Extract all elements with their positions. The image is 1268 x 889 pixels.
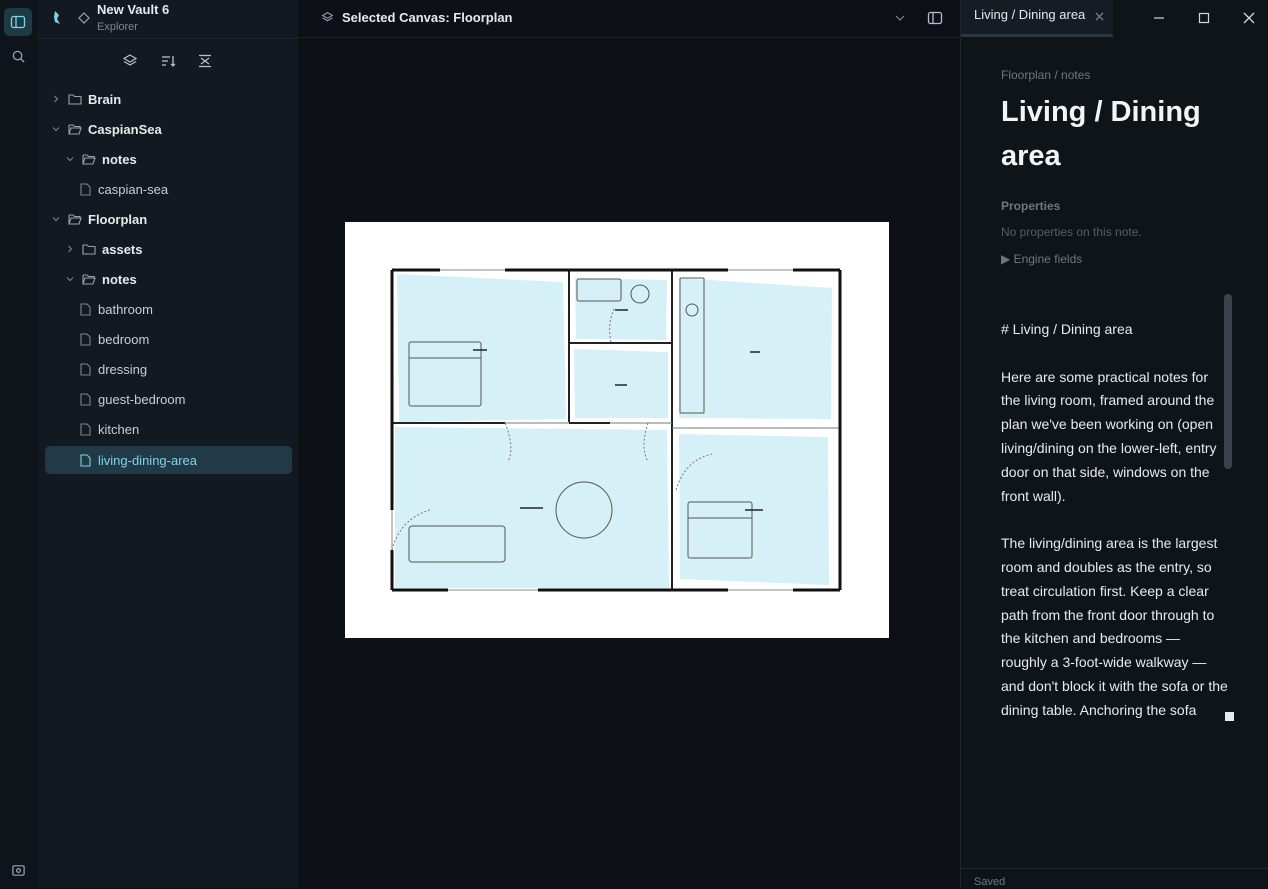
- collapse-all-icon[interactable]: [194, 50, 216, 72]
- tree-label: kitchen: [98, 421, 140, 437]
- file-icon: [78, 392, 92, 406]
- folder-open-icon: [68, 122, 82, 136]
- tree-label: dressing: [98, 361, 148, 377]
- canvas-header: Selected Canvas: Floorplan: [298, 0, 960, 38]
- tree-folder-notes[interactable]: notes: [64, 145, 290, 173]
- kitchen-room: [679, 278, 832, 419]
- close-tab-icon[interactable]: [1095, 8, 1104, 26]
- tree-file-dressing[interactable]: dressing: [78, 355, 290, 383]
- tree-folder-floorplan[interactable]: Floorplan: [50, 205, 290, 233]
- folder-icon: [82, 242, 96, 256]
- file-icon: [78, 332, 92, 346]
- minimize-icon[interactable]: [1148, 8, 1170, 28]
- maximize-icon[interactable]: [1193, 8, 1215, 28]
- tree-label: notes: [102, 151, 137, 167]
- sort-icon[interactable]: [157, 50, 179, 72]
- tree-label: assets: [102, 241, 143, 257]
- sidebar-right-toggle-icon[interactable]: [927, 10, 943, 31]
- tree-label: caspian-sea: [98, 181, 169, 197]
- tree-file-living-dining-area[interactable]: living-dining-area: [45, 446, 292, 474]
- tree-folder-notes[interactable]: notes: [64, 265, 290, 293]
- file-icon: [78, 422, 92, 436]
- folder-open-icon: [68, 212, 82, 226]
- search-icon[interactable]: [4, 42, 32, 70]
- tree-label: living-dining-area: [98, 452, 197, 468]
- tree-file-kitchen[interactable]: kitchen: [78, 415, 290, 443]
- chevron-down-icon: [64, 273, 76, 285]
- close-window-icon[interactable]: [1238, 8, 1260, 28]
- properties-empty: No properties on this note.: [1001, 225, 1142, 239]
- tab-underline: [961, 34, 1113, 37]
- note-title: Living / Dining area: [1001, 96, 1201, 172]
- canvas-pane: Selected Canvas: Floorplan: [298, 0, 960, 888]
- editor-scrollbar[interactable]: [1224, 294, 1232, 469]
- status-bar: Saved: [961, 868, 1268, 889]
- tree-file-guest-bedroom[interactable]: guest-bedroom: [78, 385, 290, 413]
- floorplan-image: [390, 268, 842, 592]
- note-editor[interactable]: # Living / Dining area Here are some pra…: [1001, 318, 1229, 746]
- canvas-layers-icon: [321, 11, 334, 29]
- save-status: Saved: [974, 876, 1006, 888]
- tree-label: bathroom: [98, 301, 153, 317]
- chevron-right-icon: [50, 93, 62, 105]
- file-icon: [78, 302, 92, 316]
- tab-label: Living / Dining area: [974, 7, 1086, 22]
- vault-logo-icon: [52, 10, 62, 31]
- tree-label: notes: [102, 271, 137, 287]
- explorer-sidebar: New Vault 6 Explorer Brain CaspianSea no…: [38, 0, 299, 888]
- chevron-down-icon: [50, 123, 62, 135]
- tree-label: guest-bedroom: [98, 391, 186, 407]
- folder-open-icon: [82, 272, 96, 286]
- file-icon: [78, 453, 92, 467]
- folder-open-icon: [82, 152, 96, 166]
- tree-label: bedroom: [98, 331, 150, 347]
- tree-folder-brain[interactable]: Brain: [50, 85, 290, 113]
- vault-header[interactable]: New Vault 6 Explorer: [38, 0, 298, 39]
- settings-vault-icon[interactable]: [4, 856, 32, 884]
- tab-living-dining-area[interactable]: Living / Dining area: [961, 0, 1113, 37]
- tree-folder-caspiansea[interactable]: CaspianSea: [50, 115, 290, 143]
- engine-fields-toggle[interactable]: ▶ Engine fields: [1001, 252, 1082, 266]
- tree-label: Brain: [88, 91, 122, 107]
- breadcrumb[interactable]: Floorplan / notes: [1001, 68, 1090, 82]
- tree-folder-assets[interactable]: assets: [64, 235, 290, 263]
- vault-name: New Vault 6: [97, 2, 170, 17]
- vault-subtitle: Explorer: [97, 21, 138, 33]
- tree-file-caspian-sea[interactable]: caspian-sea: [78, 175, 290, 203]
- tree-file-bathroom[interactable]: bathroom: [78, 295, 290, 323]
- file-icon: [78, 182, 92, 196]
- folder-icon: [68, 92, 82, 106]
- chevron-right-icon: [64, 243, 76, 255]
- sidebar-toggle-icon[interactable]: [4, 8, 32, 36]
- editor-paragraph: Here are some practical notes for the li…: [1001, 368, 1217, 504]
- floorplan-canvas-card[interactable]: [345, 222, 889, 638]
- editor-paragraph: The living/dining area is the largest ro…: [1001, 535, 1228, 718]
- resize-handle-icon[interactable]: [1225, 712, 1234, 721]
- tree-label: CaspianSea: [88, 121, 162, 137]
- diamond-icon: [78, 11, 90, 29]
- chevron-down-icon[interactable]: [894, 11, 906, 29]
- explorer-toolbar: [38, 50, 298, 72]
- note-pane: Living / Dining area Floorplan / notes L…: [960, 0, 1268, 888]
- canvas-title: Selected Canvas: Floorplan: [342, 10, 513, 25]
- properties-label: Properties: [1001, 199, 1061, 213]
- tree-label: Floorplan: [88, 211, 148, 227]
- chevron-down-icon: [64, 153, 76, 165]
- tree-file-bedroom[interactable]: bedroom: [78, 325, 290, 353]
- activity-ribbon: [0, 0, 39, 888]
- file-icon: [78, 362, 92, 376]
- chevron-down-icon: [50, 213, 62, 225]
- dressing-room: [574, 349, 668, 418]
- editor-heading-line: # Living / Dining area: [1001, 321, 1133, 337]
- layers-icon[interactable]: [119, 50, 141, 72]
